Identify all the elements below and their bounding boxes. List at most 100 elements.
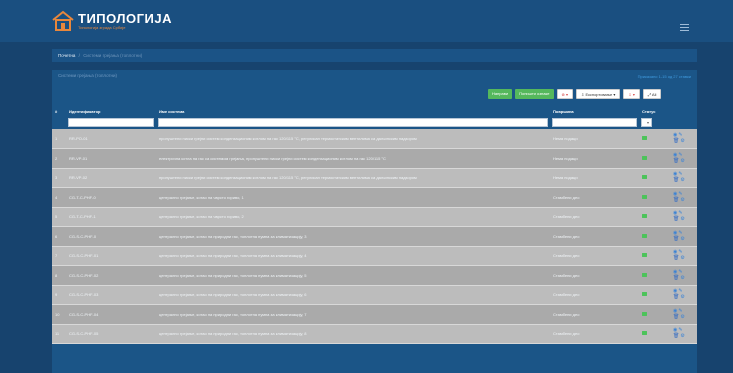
row-area: Стамбени део: [550, 265, 639, 286]
settings-icon[interactable]: ⚙: [680, 236, 684, 242]
table-row[interactable]: 8 CG-S-C-PHF-02 централно грејање, котао н…: [52, 265, 697, 286]
table-row[interactable]: 4 CG-T-C-PHF-0 централно грејање, котао на…: [52, 187, 697, 208]
edit-icon[interactable]: ✎: [678, 152, 682, 158]
row-area: Стамбени део: [550, 246, 639, 266]
settings-icon[interactable]: ⚙: [680, 197, 684, 203]
col-index[interactable]: #: [52, 106, 66, 116]
area-filter-input[interactable]: [552, 118, 637, 127]
settings-icon[interactable]: ⚙: [680, 217, 684, 222]
table-row[interactable]: 9 CG-S-C-PHF-03 централно грејање, котао н…: [52, 285, 697, 305]
hamburger-icon[interactable]: [680, 24, 689, 31]
view-icon[interactable]: ◉: [673, 230, 677, 236]
row-identifier: CG-S-C-PHF-01: [66, 246, 156, 266]
delete-icon[interactable]: 🗑: [673, 314, 679, 320]
brand[interactable]: ТИПОЛОГИЈА Типологија зграда Србије: [52, 10, 172, 32]
table-row[interactable]: 5 CG-T-C-PHF-1 централно грејање, котао на…: [52, 207, 697, 227]
row-identifier: CG-S-C-PHF-02: [66, 265, 156, 286]
delete-icon[interactable]: 🗑: [673, 217, 679, 222]
table-row[interactable]: 11 CG-S-C-PHF-05 централно грејање, котао …: [52, 324, 697, 344]
settings-icon[interactable]: ⚙: [680, 275, 684, 281]
delete-icon[interactable]: 🗑: [673, 236, 679, 242]
house-logo-icon: [52, 10, 74, 31]
col-name[interactable]: Име система: [156, 106, 550, 116]
settings-icon[interactable]: ⚙: [680, 158, 684, 164]
row-area: Стамбени део: [550, 304, 639, 325]
edit-icon[interactable]: ✎: [678, 269, 682, 275]
delete-selected-button[interactable]: ⊗ ▾: [556, 89, 573, 99]
col-status[interactable]: Статус: [639, 106, 670, 116]
delete-icon[interactable]: 🗑: [673, 295, 679, 300]
view-icon[interactable]: ◉: [673, 152, 677, 158]
col-identifier[interactable]: Идентификатор: [66, 106, 156, 116]
row-name: централно грејање, котао на природни гас…: [156, 226, 550, 247]
row-name: централно грејање, котао на природни гас…: [156, 304, 550, 325]
row-name: централно грејање, котао на природни гас…: [156, 265, 550, 286]
view-icon[interactable]: ◉: [673, 308, 677, 314]
edit-icon[interactable]: ✎: [678, 230, 682, 236]
table-row[interactable]: 6 CG-S-C-PHF-0 централно грејање, котао на…: [52, 226, 697, 247]
row-area: Стамбени део: [550, 324, 639, 344]
table-row[interactable]: 1 RR-PO-01 пропуштени ниски грејни систем …: [52, 129, 697, 149]
row-index: 11: [52, 324, 66, 344]
table-row[interactable]: 3 RR-VP-02 пропуштени ниски грејни систем …: [52, 168, 697, 188]
status-check-icon: [642, 311, 647, 316]
row-index: 3: [52, 168, 66, 188]
row-name: централно грејање, котао на природни гас…: [156, 246, 550, 266]
row-identifier: CG-S-C-PHF-04: [66, 304, 156, 325]
show-all-button[interactable]: ⤢ Ali: [642, 89, 662, 99]
table-row[interactable]: 10 CG-S-C-PHF-04 централно грејање, котао …: [52, 304, 697, 325]
table-row[interactable]: 2 RR-VP-01 електрична котла на гас са сист…: [52, 148, 697, 169]
row-identifier: CG-S-C-PHF-03: [66, 285, 156, 305]
settings-icon[interactable]: ⚙: [680, 139, 684, 144]
col-area[interactable]: Површина: [550, 106, 639, 116]
row-name: електрична котла на гас са системом греј…: [156, 148, 550, 169]
status-check-icon: [642, 331, 647, 336]
delete-icon[interactable]: 🗑: [673, 334, 679, 339]
row-index: 1: [52, 129, 66, 149]
row-index: 2: [52, 148, 66, 169]
settings-icon[interactable]: ⚙: [680, 295, 684, 300]
status-check-icon: [642, 272, 647, 277]
row-area: Нема подаци: [550, 129, 639, 149]
row-area: Нема подаци: [550, 168, 639, 188]
settings-icon[interactable]: ⚙: [680, 178, 684, 183]
delete-icon[interactable]: 🗑: [673, 275, 679, 281]
delete-icon[interactable]: 🗑: [673, 256, 679, 261]
delete-icon[interactable]: 🗑: [673, 178, 679, 183]
table-row[interactable]: 7 CG-S-C-PHF-01 централно грејање, котао н…: [52, 246, 697, 266]
panel-heading: Системи грејања (топлотни) Приказано 1-1…: [52, 70, 697, 82]
col-actions: [670, 106, 697, 116]
view-icon[interactable]: ◉: [673, 191, 677, 197]
status-check-icon: [642, 194, 647, 199]
grid-panel: Системи грејања (топлотни) Приказано 1-1…: [52, 70, 697, 373]
delete-icon[interactable]: 🗑: [673, 197, 679, 203]
breadcrumb: Почетна / Системи грејања (топлотни): [52, 49, 697, 62]
settings-icon[interactable]: ⚙: [680, 334, 684, 339]
create-button[interactable]: Направи: [488, 89, 513, 99]
row-index: 5: [52, 207, 66, 227]
identifier-filter-input[interactable]: [68, 118, 154, 127]
row-index: 10: [52, 304, 66, 325]
header-row: # Идентификатор Име система Површина Ста…: [52, 106, 697, 116]
top-navbar: ТИПОЛОГИЈА Типологија зграда Србије: [0, 0, 733, 42]
breadcrumb-home[interactable]: Почетна: [58, 53, 75, 58]
options-button[interactable]: ⇩ ▾: [623, 89, 640, 99]
name-filter-input[interactable]: [158, 118, 548, 127]
row-identifier: CG-S-C-PHF-05: [66, 324, 156, 344]
status-filter-select[interactable]: [641, 118, 652, 127]
delete-icon[interactable]: 🗑: [673, 158, 679, 164]
settings-icon[interactable]: ⚙: [680, 256, 684, 261]
row-identifier: CG-T-C-PHF-0: [66, 187, 156, 208]
brand-title: ТИПОЛОГИЈА: [78, 10, 172, 26]
status-check-icon: [642, 214, 647, 219]
export-button[interactable]: ⇩ Експортовање ▾: [575, 89, 621, 99]
edit-icon[interactable]: ✎: [678, 308, 682, 314]
edit-icon[interactable]: ✎: [678, 191, 682, 197]
status-check-icon: [642, 253, 647, 258]
settings-icon[interactable]: ⚙: [680, 314, 684, 320]
delete-icon[interactable]: 🗑: [673, 139, 679, 144]
filter-row: [52, 116, 697, 129]
view-icon[interactable]: ◉: [673, 269, 677, 275]
reset-button[interactable]: Поништи ознаке: [515, 89, 554, 99]
row-identifier: RR-VP-01: [66, 148, 156, 169]
